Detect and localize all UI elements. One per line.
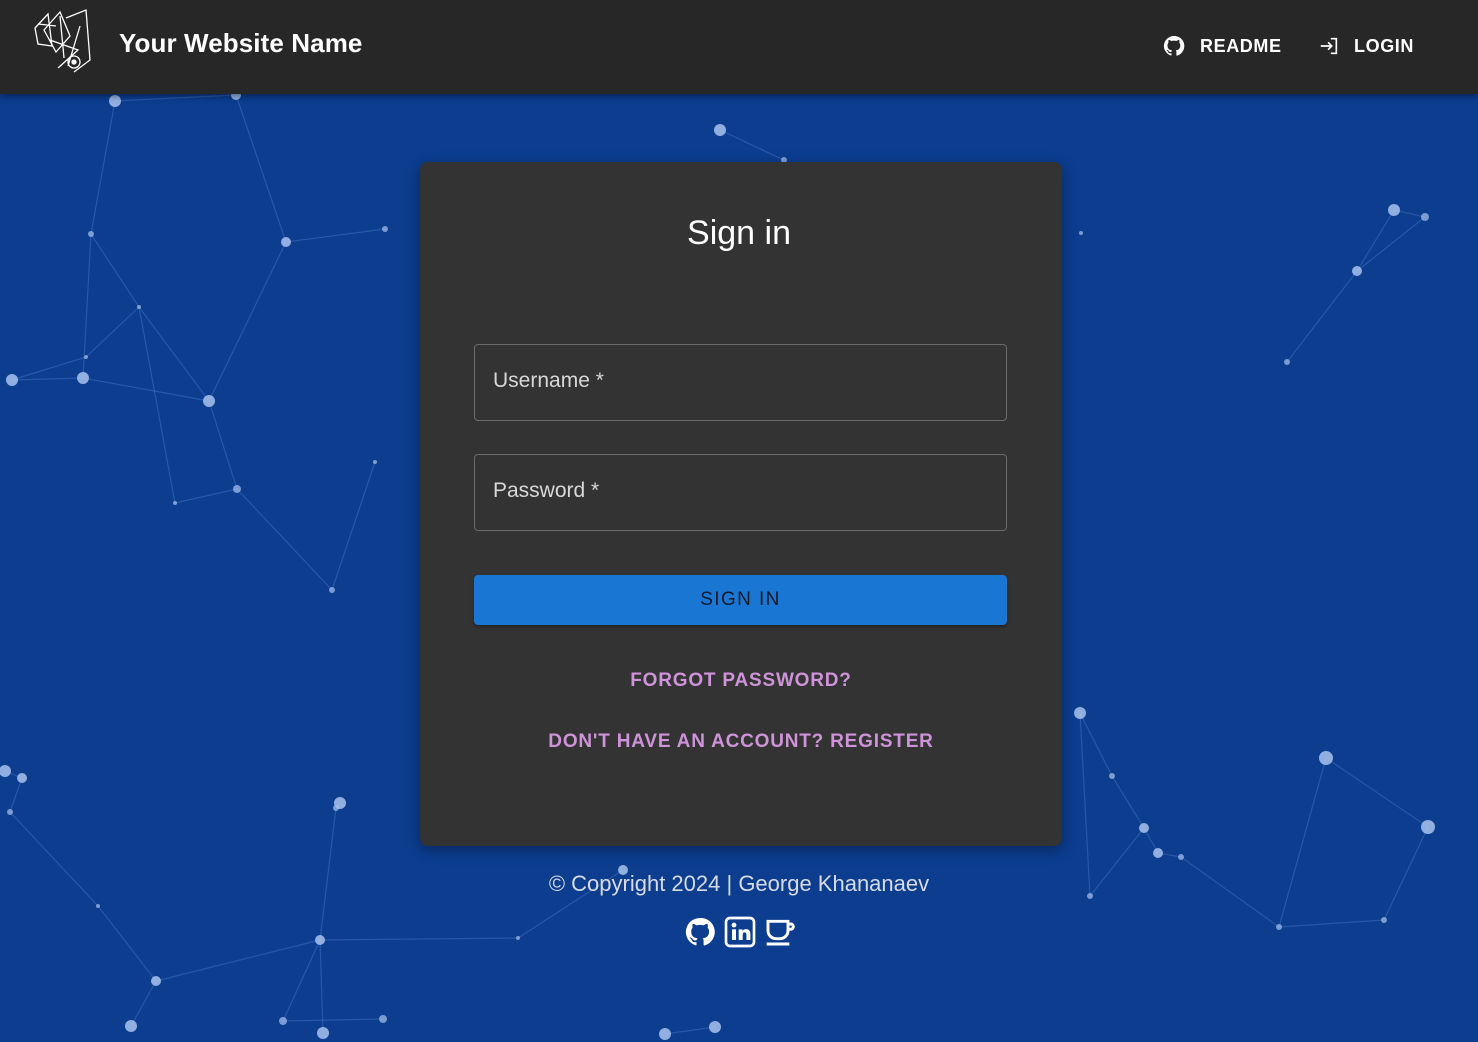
network-line bbox=[85, 306, 140, 358]
network-node bbox=[6, 374, 18, 386]
signin-title: Sign in bbox=[687, 214, 791, 252]
password-input[interactable] bbox=[475, 455, 1010, 532]
github-icon bbox=[1163, 35, 1185, 56]
network-node bbox=[317, 1027, 329, 1039]
login-button[interactable]: LOGIN bbox=[1318, 30, 1414, 62]
network-node bbox=[1074, 707, 1086, 719]
network-node bbox=[1139, 823, 1149, 833]
network-node bbox=[329, 587, 335, 593]
network-line bbox=[719, 129, 785, 161]
network-line bbox=[82, 377, 210, 402]
network-line bbox=[1278, 757, 1327, 928]
network-line bbox=[1278, 919, 1385, 928]
network-node bbox=[173, 501, 177, 505]
network-node bbox=[109, 95, 121, 107]
password-field[interactable]: Password * bbox=[474, 454, 1010, 532]
network-line bbox=[155, 939, 321, 982]
network-node bbox=[84, 355, 88, 359]
network-line bbox=[664, 1026, 716, 1035]
network-line bbox=[208, 241, 287, 402]
network-node bbox=[1352, 266, 1362, 276]
network-node bbox=[151, 976, 161, 986]
network-node bbox=[333, 805, 339, 811]
network-node bbox=[379, 1015, 387, 1023]
network-line bbox=[1079, 712, 1091, 897]
network-node bbox=[315, 935, 325, 945]
network-line bbox=[282, 939, 321, 1022]
network-line bbox=[208, 400, 238, 490]
network-line bbox=[130, 980, 157, 1027]
network-line bbox=[236, 488, 333, 591]
network-node bbox=[1178, 854, 1184, 860]
network-line bbox=[319, 939, 324, 1034]
network-node bbox=[1109, 773, 1115, 779]
network-node bbox=[714, 124, 726, 136]
network-line bbox=[331, 461, 376, 591]
network-node bbox=[709, 1021, 721, 1033]
register-link[interactable]: DON'T HAVE AN ACCOUNT? REGISTER bbox=[420, 731, 1062, 753]
network-node bbox=[125, 1020, 137, 1032]
network-node bbox=[373, 460, 377, 464]
signin-button[interactable]: SIGN IN bbox=[474, 575, 1007, 625]
network-node bbox=[7, 809, 13, 815]
network-line bbox=[282, 1018, 384, 1022]
username-input[interactable] bbox=[475, 345, 1010, 422]
app-bar: Your Website Name README LOGIN bbox=[0, 0, 1478, 94]
linkedin-icon[interactable] bbox=[724, 916, 756, 948]
network-node bbox=[96, 904, 100, 908]
network-line bbox=[11, 377, 84, 381]
network-node bbox=[77, 372, 89, 384]
copyright-text: © Copyright 2024 | George Khananaev bbox=[548, 871, 930, 896]
network-line bbox=[138, 306, 176, 504]
network-node bbox=[1319, 751, 1333, 765]
network-node bbox=[1276, 924, 1282, 930]
github-icon[interactable] bbox=[684, 916, 716, 948]
network-line bbox=[11, 356, 87, 381]
network-line bbox=[138, 306, 210, 402]
network-line bbox=[9, 777, 23, 813]
network-node bbox=[1153, 848, 1163, 858]
network-line bbox=[1079, 712, 1113, 777]
network-line bbox=[1325, 757, 1429, 828]
network-line bbox=[97, 905, 157, 982]
network-node bbox=[17, 773, 27, 783]
network-node bbox=[279, 1017, 287, 1025]
network-node bbox=[0, 765, 11, 777]
readme-button[interactable]: README bbox=[1162, 30, 1282, 62]
network-node bbox=[203, 395, 215, 407]
network-node bbox=[1381, 917, 1387, 923]
network-line bbox=[174, 488, 238, 504]
network-line bbox=[319, 937, 519, 941]
forgot-password-link[interactable]: FORGOT PASSWORD? bbox=[420, 670, 1062, 692]
network-node bbox=[659, 1028, 671, 1040]
network-node bbox=[1284, 359, 1290, 365]
login-icon bbox=[1320, 37, 1338, 55]
network-line bbox=[114, 94, 237, 102]
login-label: LOGIN bbox=[1354, 35, 1414, 56]
network-node bbox=[233, 485, 241, 493]
readme-label: README bbox=[1200, 35, 1282, 56]
network-node bbox=[516, 936, 520, 940]
network-node bbox=[137, 305, 141, 309]
site-name[interactable]: Your Website Name bbox=[119, 28, 362, 59]
site-logo[interactable] bbox=[30, 6, 98, 76]
coffee-icon[interactable] bbox=[764, 916, 796, 948]
network-line bbox=[1111, 775, 1145, 829]
username-field[interactable]: Username * bbox=[474, 344, 1010, 422]
network-line bbox=[1286, 270, 1358, 363]
network-node bbox=[1421, 820, 1435, 834]
